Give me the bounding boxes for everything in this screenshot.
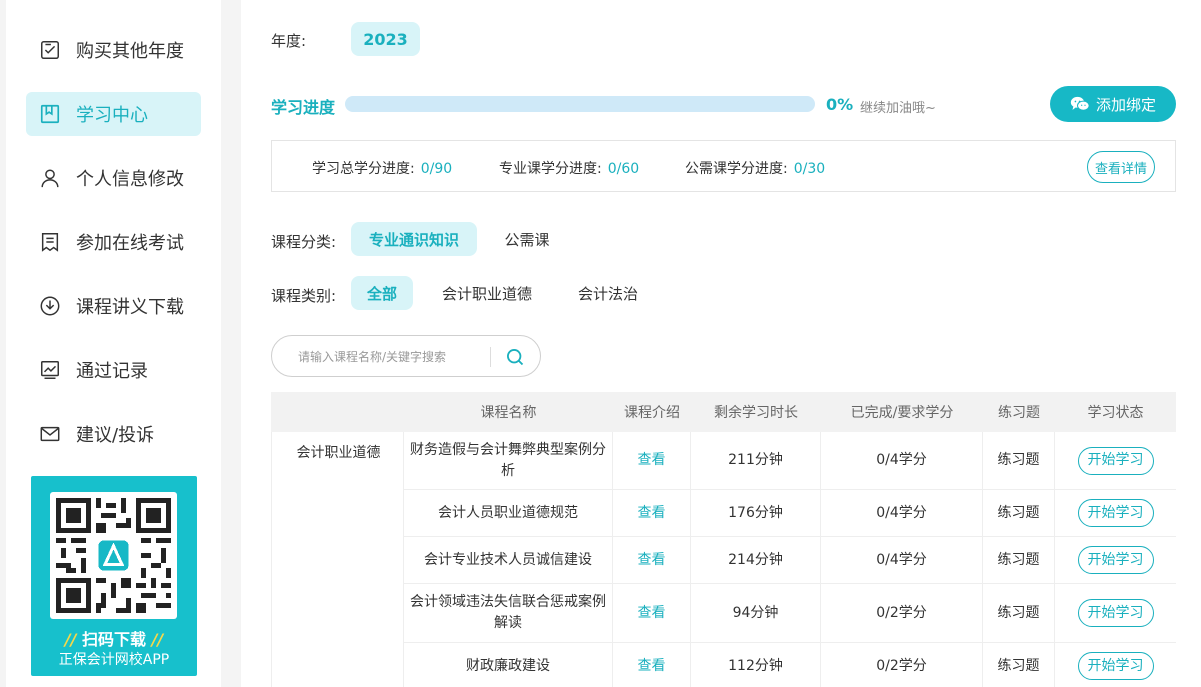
col-intro: 课程介绍 bbox=[624, 405, 680, 421]
type-option-law[interactable]: 会计法治 bbox=[563, 276, 653, 310]
year-label: 年度: bbox=[271, 32, 307, 50]
credit-summary: 学习总学分进度: 0/90 专业课学分进度: 0/60 公需课学分进度: 0/30 查… bbox=[271, 140, 1176, 192]
table-row: 会计专业技术人员诚信建设 查看 214分钟 0/4学分 练习题 开始学习 bbox=[404, 537, 1176, 584]
view-details-button[interactable]: 查看详情 bbox=[1087, 151, 1155, 183]
exercise-link[interactable]: 练习题 bbox=[983, 643, 1055, 687]
progress-percent: 0% bbox=[826, 95, 854, 114]
course-name: 财政廉政建设 bbox=[404, 643, 613, 687]
category-option-public[interactable]: 公需课 bbox=[491, 222, 563, 256]
course-name: 会计领域违法失信联合惩戒案例解读 bbox=[404, 584, 613, 642]
start-learning-button[interactable]: 开始学习 bbox=[1077, 652, 1154, 680]
remaining-time: 94分钟 bbox=[691, 584, 821, 642]
credit-progress: 0/2学分 bbox=[821, 584, 983, 642]
year-selector[interactable]: 2023 bbox=[351, 22, 420, 56]
table-row: 会计人员职业道德规范 查看 176分钟 0/4学分 练习题 开始学习 bbox=[404, 490, 1176, 537]
exercise-link[interactable]: 练习题 bbox=[983, 490, 1055, 536]
start-learning-button[interactable]: 开始学习 bbox=[1077, 599, 1154, 627]
view-intro-link[interactable]: 查看 bbox=[613, 584, 691, 642]
search-button[interactable] bbox=[502, 344, 528, 370]
sidebar-item-label: 个人信息修改 bbox=[76, 169, 184, 190]
sidebar-item-online-exam[interactable]: 参加在线考试 bbox=[26, 220, 201, 264]
sidebar-item-buy-other-year[interactable]: 购买其他年度 bbox=[26, 28, 201, 72]
col-remaining-time: 剩余学习时长 bbox=[714, 405, 798, 421]
progress-title: 学习进度 bbox=[271, 98, 336, 117]
view-intro-link[interactable]: 查看 bbox=[613, 537, 691, 583]
credit-progress: 0/2学分 bbox=[821, 643, 983, 687]
progress-bar bbox=[345, 96, 815, 112]
category-option-general-knowledge[interactable]: 专业通识知识 bbox=[351, 222, 477, 256]
credit-major: 专业课学分进度: 0/60 bbox=[499, 161, 640, 177]
start-learning-button[interactable]: 开始学习 bbox=[1077, 546, 1154, 574]
sidebar-item-learning-center[interactable]: 学习中心 bbox=[26, 92, 201, 136]
sidebar-item-profile-edit[interactable]: 个人信息修改 bbox=[26, 156, 201, 200]
view-intro-link[interactable]: 查看 bbox=[613, 490, 691, 536]
table-header: 课程名称 课程介绍 剩余学习时长 已完成/要求学分 练习题 学习状态 bbox=[271, 392, 1176, 432]
table-row: 财务造假与会计舞弊典型案例分析 查看 211分钟 0/4学分 练习题 开始学习 bbox=[404, 432, 1176, 490]
qr-title: 扫码下载 bbox=[81, 630, 146, 649]
category-cell: 会计职业道德 bbox=[271, 432, 404, 687]
exercise-link[interactable]: 练习题 bbox=[983, 584, 1055, 642]
app-download-card: // 扫码下载 // 正保会计网校APP bbox=[31, 476, 197, 676]
credit-progress: 0/4学分 bbox=[821, 432, 983, 489]
remaining-time: 211分钟 bbox=[691, 432, 821, 489]
sidebar-item-feedback[interactable]: 建议/投诉 bbox=[26, 412, 201, 456]
exercise-link[interactable]: 练习题 bbox=[983, 537, 1055, 583]
credit-public: 公需课学分进度: 0/30 bbox=[685, 161, 826, 177]
download-icon bbox=[38, 294, 62, 318]
sidebar-item-label: 课程讲义下载 bbox=[76, 297, 184, 318]
col-exercise: 练习题 bbox=[998, 405, 1040, 421]
view-intro-link[interactable]: 查看 bbox=[613, 432, 691, 489]
remaining-time: 214分钟 bbox=[691, 537, 821, 583]
sidebar-item-pass-records[interactable]: 通过记录 bbox=[26, 348, 201, 392]
search-input[interactable] bbox=[298, 347, 478, 367]
credit-total: 学习总学分进度: 0/90 bbox=[312, 161, 453, 177]
remaining-time: 176分钟 bbox=[691, 490, 821, 536]
start-learning-button[interactable]: 开始学习 bbox=[1077, 499, 1154, 527]
sidebar-item-label: 通过记录 bbox=[76, 361, 148, 382]
qr-subtitle: 正保会计网校APP bbox=[58, 652, 170, 668]
sidebar-item-label: 参加在线考试 bbox=[76, 233, 184, 254]
sidebar-item-label: 学习中心 bbox=[76, 105, 148, 126]
credit-progress: 0/4学分 bbox=[821, 537, 983, 583]
start-learning-button[interactable]: 开始学习 bbox=[1077, 446, 1154, 475]
col-course-name: 课程名称 bbox=[480, 405, 537, 421]
add-binding-label: 添加绑定 bbox=[1095, 95, 1156, 114]
credit-progress: 0/4学分 bbox=[821, 490, 983, 536]
course-name: 财务造假与会计舞弊典型案例分析 bbox=[404, 432, 613, 489]
main-panel: 年度: 2023 学习进度 0% 继续加油哦~ 添加绑定 学习总学分进度: 0/9… bbox=[241, 0, 1201, 687]
table-row: 财政廉政建设 查看 112分钟 0/2学分 练习题 开始学习 bbox=[404, 643, 1176, 687]
chart-record-icon bbox=[38, 358, 62, 382]
add-binding-button[interactable]: 添加绑定 bbox=[1050, 86, 1176, 122]
mail-icon bbox=[38, 422, 62, 446]
course-type-label: 课程类别: bbox=[271, 287, 337, 305]
type-option-ethics[interactable]: 会计职业道德 bbox=[426, 276, 548, 310]
progress-hint: 继续加油哦~ bbox=[860, 101, 936, 116]
table-row: 会计领域违法失信联合惩戒案例解读 查看 94分钟 0/2学分 练习题 开始学习 bbox=[404, 584, 1176, 643]
search-icon bbox=[506, 349, 524, 366]
sidebar-item-handout-download[interactable]: 课程讲义下载 bbox=[26, 284, 201, 328]
sidebar-item-label: 建议/投诉 bbox=[76, 425, 155, 446]
exercise-link[interactable]: 练习题 bbox=[983, 432, 1055, 489]
remaining-time: 112分钟 bbox=[691, 643, 821, 687]
bookmark-book-icon bbox=[38, 102, 62, 126]
sidebar: 购买其他年度 学习中心 个人信息修改 参加在线考试 课程讲义下载 通过记录 建议… bbox=[6, 0, 221, 687]
col-credits: 已完成/要求学分 bbox=[850, 405, 954, 421]
course-category-label: 课程分类: bbox=[271, 233, 337, 251]
wechat-icon bbox=[1070, 96, 1090, 111]
checklist-icon bbox=[38, 38, 62, 62]
type-option-all[interactable]: 全部 bbox=[351, 276, 413, 310]
course-name: 会计人员职业道德规范 bbox=[404, 490, 613, 536]
user-icon bbox=[38, 166, 62, 190]
qr-code bbox=[50, 492, 177, 619]
col-status: 学习状态 bbox=[1087, 405, 1144, 421]
exam-paper-icon bbox=[38, 230, 62, 254]
sidebar-item-label: 购买其他年度 bbox=[76, 41, 184, 62]
search-box bbox=[271, 335, 541, 377]
view-intro-link[interactable]: 查看 bbox=[613, 643, 691, 687]
course-name: 会计专业技术人员诚信建设 bbox=[404, 537, 613, 583]
